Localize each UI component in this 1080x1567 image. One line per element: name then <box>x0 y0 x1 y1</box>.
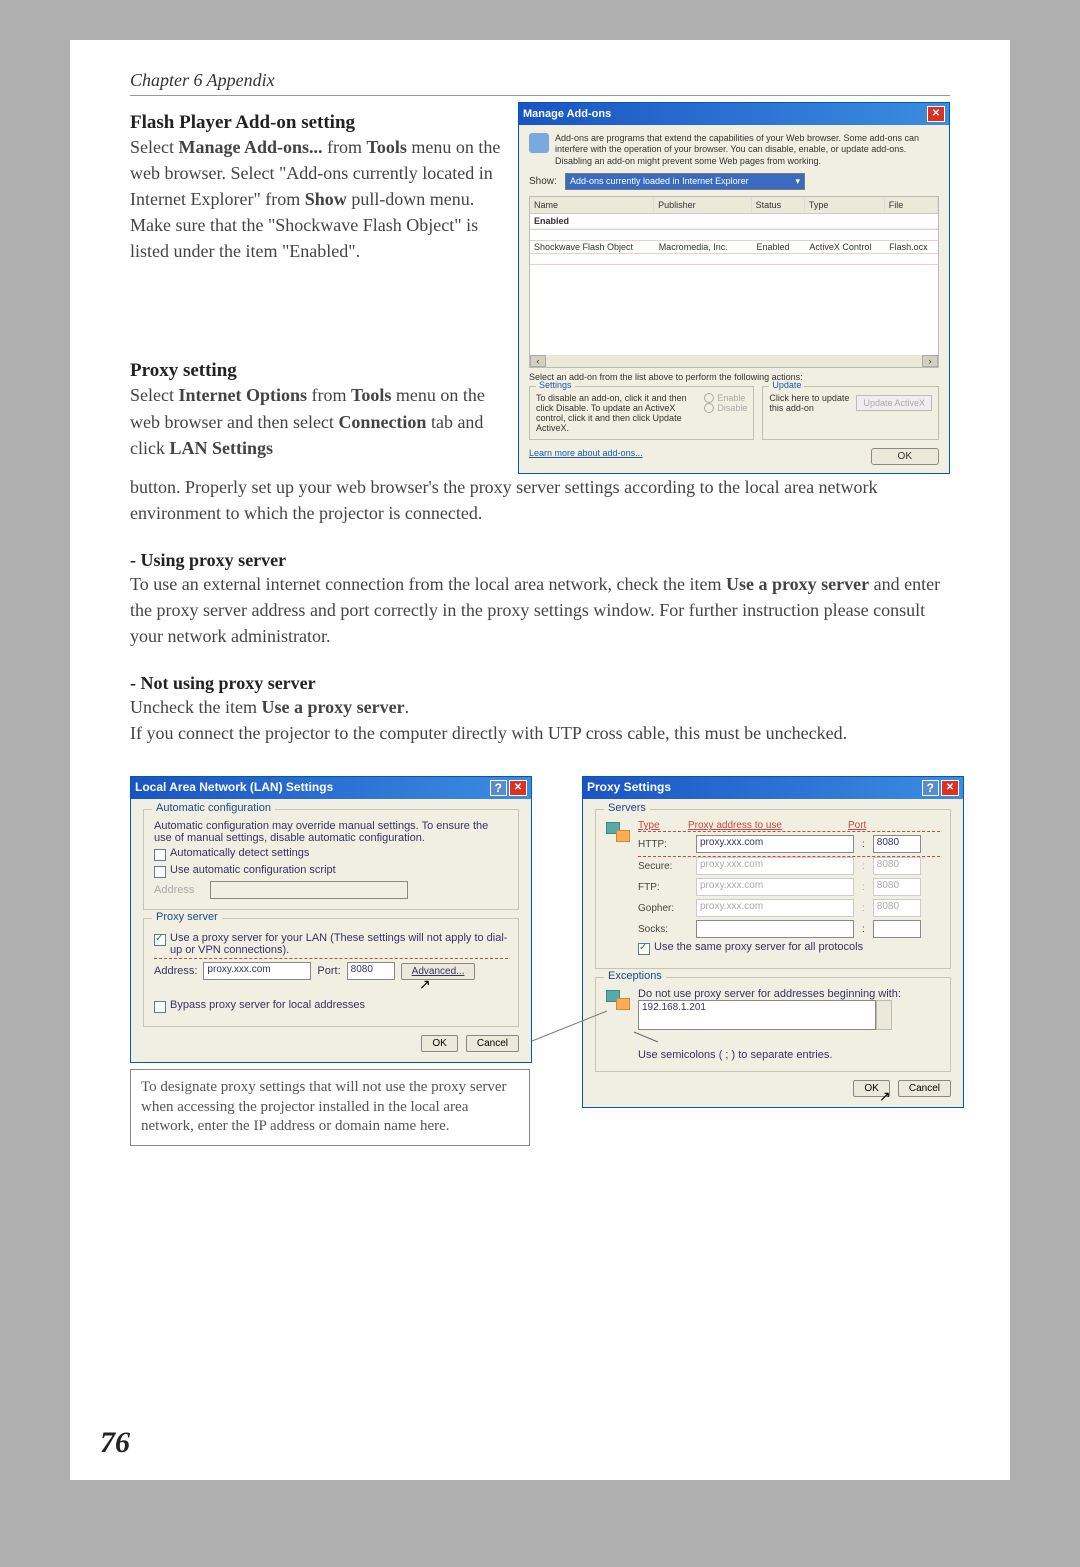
learn-more-link[interactable]: Learn more about add-ons... <box>529 448 643 465</box>
settings-panel: Settings To disable an add-on, click it … <box>529 386 754 440</box>
close-icon[interactable]: ✕ <box>941 780 959 796</box>
proxy-section-title: Proxy setting <box>130 360 505 382</box>
proxy-body-start: Select Internet Options from Tools menu … <box>130 382 505 460</box>
chapter-header: Chapter 6 Appendix <box>130 70 950 96</box>
using-proxy-body: To use an external internet connection f… <box>130 571 950 649</box>
scroll-left-icon[interactable]: ‹ <box>530 355 546 367</box>
caption-note: To designate proxy settings that will no… <box>130 1069 530 1146</box>
socks-row[interactable]: Socks: : <box>638 920 940 938</box>
scroll-right-icon[interactable]: › <box>922 355 938 367</box>
show-label: Show: <box>529 176 565 187</box>
script-address-input <box>210 881 408 899</box>
disable-radio[interactable]: Disable <box>704 403 747 413</box>
use-script-checkbox[interactable]: Use automatic configuration script <box>154 864 508 878</box>
proxy-port-input[interactable]: 8080 <box>347 962 395 980</box>
servers-group: Servers Type Proxy address to use Port <box>595 809 951 969</box>
close-icon[interactable]: ✕ <box>927 106 945 122</box>
ok-button[interactable]: OK <box>871 448 939 465</box>
ok-button[interactable]: OK <box>853 1080 889 1097</box>
update-activex-button[interactable]: Update ActiveX <box>856 395 932 411</box>
table-row[interactable] <box>530 229 938 241</box>
proxy-address-input[interactable]: proxy.xxx.com <box>203 962 311 980</box>
server-icon <box>606 988 630 1012</box>
auto-detect-checkbox[interactable]: Automatically detect settings <box>154 847 508 861</box>
using-proxy-title: - Using proxy server <box>130 550 950 571</box>
update-panel: Update Click here to update this add-on … <box>762 386 939 440</box>
http-address-input[interactable]: proxy.xxx.com <box>696 835 854 853</box>
flash-section-title: Flash Player Add-on setting <box>130 112 505 134</box>
bypass-checkbox[interactable]: Bypass proxy server for local addresses <box>154 999 508 1013</box>
table-header[interactable]: Name Publisher Status Type File <box>530 197 938 214</box>
chevron-down-icon: ▾ <box>795 176 800 187</box>
secure-row: Secure: proxy.xxx.com: 8080 <box>638 856 940 875</box>
same-proxy-checkbox[interactable]: Use the same proxy server for all protoc… <box>638 941 940 955</box>
help-icon[interactable]: ? <box>490 780 507 796</box>
http-port-input[interactable]: 8080 <box>873 835 921 853</box>
dialog-titlebar[interactable]: Manage Add-ons ✕ <box>519 103 949 125</box>
server-icon <box>606 820 630 844</box>
proxy-server-group: Proxy server Use a proxy server for your… <box>143 918 519 1027</box>
http-row[interactable]: HTTP: proxy.xxx.com: 8080 <box>638 835 940 853</box>
cursor-icon <box>879 1088 891 1104</box>
cursor-icon <box>419 976 431 992</box>
ftp-row: FTP: proxy.xxx.com: 8080 <box>638 878 940 896</box>
lan-settings-dialog: Local Area Network (LAN) Settings ? ✕ Au… <box>130 776 532 1063</box>
socks-port-input[interactable] <box>873 920 921 938</box>
close-icon[interactable]: ✕ <box>509 780 527 796</box>
auto-config-group: Automatic configuration Automatic config… <box>143 809 519 910</box>
instruction-text: Select an add-on from the list above to … <box>529 372 939 382</box>
socks-address-input[interactable] <box>696 920 854 938</box>
cancel-button[interactable]: Cancel <box>898 1080 951 1097</box>
page-number: 76 <box>100 1426 130 1460</box>
table-row[interactable]: Shockwave Flash Object Macromedia, Inc. … <box>530 241 938 253</box>
exceptions-input[interactable]: 192.168.1.201 <box>638 1000 876 1030</box>
group-enabled: Enabled <box>530 214 938 229</box>
addon-description: Add-ons are programs that extend the cap… <box>555 133 939 167</box>
dialog-titlebar[interactable]: Proxy Settings ? ✕ <box>583 777 963 799</box>
addons-table: Name Publisher Status Type File Enabled … <box>529 196 939 368</box>
table-row[interactable] <box>530 253 938 265</box>
horizontal-scrollbar[interactable]: ‹ › <box>530 355 938 367</box>
scrollbar[interactable] <box>876 1000 892 1030</box>
callout-arrow-icon <box>632 1030 662 1046</box>
enable-radio[interactable]: Enable <box>704 393 747 403</box>
puzzle-icon <box>529 133 549 153</box>
cancel-button[interactable]: Cancel <box>466 1035 519 1052</box>
flash-body: Select Manage Add-ons... from Tools menu… <box>130 134 505 264</box>
help-icon[interactable]: ? <box>922 780 939 796</box>
dialog-title: Manage Add-ons <box>523 108 611 120</box>
advanced-button[interactable]: Advanced... <box>401 963 476 980</box>
proxy-settings-dialog: Proxy Settings ? ✕ Servers Type <box>582 776 964 1108</box>
not-using-proxy-title: - Not using proxy server <box>130 673 950 694</box>
ok-button[interactable]: OK <box>421 1035 457 1052</box>
proxy-body-end: button. Properly set up your web browser… <box>130 474 950 526</box>
use-proxy-checkbox[interactable]: Use a proxy server for your LAN (These s… <box>154 932 508 959</box>
show-dropdown[interactable]: Add-ons currently loaded in Internet Exp… <box>565 173 805 190</box>
gopher-row: Gopher: proxy.xxx.com: 8080 <box>638 899 940 917</box>
dialog-titlebar[interactable]: Local Area Network (LAN) Settings ? ✕ <box>131 777 531 799</box>
not-using-proxy-body: Uncheck the item Use a proxy server. If … <box>130 694 950 746</box>
manage-addons-dialog: Manage Add-ons ✕ Add-ons are programs th… <box>518 102 950 474</box>
exceptions-group: Exceptions Do not use proxy server for a… <box>595 977 951 1072</box>
